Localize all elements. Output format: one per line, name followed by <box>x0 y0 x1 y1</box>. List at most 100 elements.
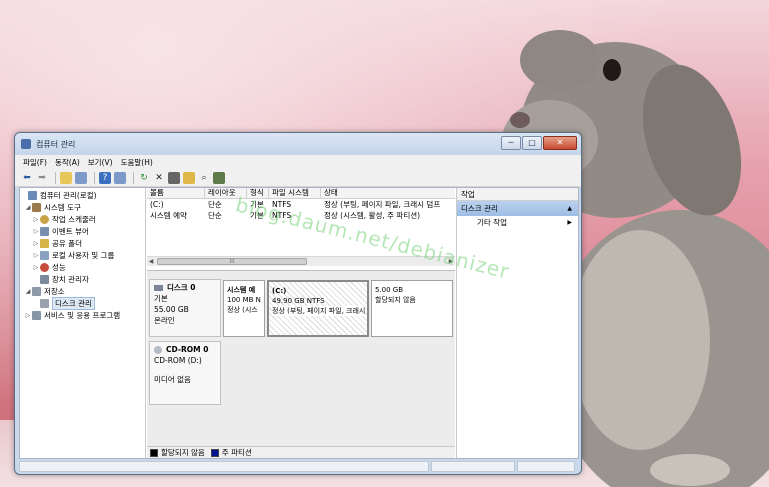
tree-item-shared-folders[interactable]: ▷ 공유 폴더 <box>20 237 145 249</box>
disk-0-label[interactable]: 디스크 0 기본 55.00 GB 온라인 <box>149 279 221 337</box>
collapse-up-icon[interactable]: ▲ <box>567 201 572 216</box>
partition-name: 시스템 예 <box>227 286 256 294</box>
actions-section-label: 디스크 관리 <box>461 204 498 213</box>
computer-icon <box>28 190 37 200</box>
title-bar[interactable]: 컴퓨터 관리 ─ □ ✕ <box>15 133 581 155</box>
rabbit-eye <box>603 59 621 81</box>
cell-type: 기본 <box>250 211 264 220</box>
tree-label-device-manager: 장치 관리자 <box>52 274 89 284</box>
tree-item-performance[interactable]: ▷ 성능 <box>20 261 145 273</box>
tree-item-root[interactable]: 컴퓨터 관리(로컬) <box>20 189 145 201</box>
status-panel-middle <box>431 461 515 472</box>
close-button[interactable]: ✕ <box>543 136 577 150</box>
scroll-thumb[interactable]: III <box>157 258 307 265</box>
collapse-arrow-icon[interactable]: ◢ <box>24 288 32 295</box>
toolbar-separator <box>133 171 134 184</box>
tree-item-task-scheduler[interactable]: ▷ 작업 스케줄러 <box>20 213 145 225</box>
collapse-arrow-icon[interactable]: ◢ <box>24 204 32 211</box>
console-tree-icon[interactable] <box>75 171 87 184</box>
cdrom-0-label[interactable]: CD-ROM 0 CD-ROM (D:) 미디어 없음 <box>149 341 221 405</box>
tree-item-disk-management[interactable]: 디스크 관리 <box>20 296 145 310</box>
expand-arrow-icon[interactable]: ▷ <box>32 252 40 259</box>
tree-item-event-viewer[interactable]: ▷ 이벤트 뷰어 <box>20 225 145 237</box>
back-arrow-icon[interactable]: ⬅ <box>21 172 33 184</box>
tree-label-event-viewer: 이벤트 뷰어 <box>52 226 89 236</box>
expand-arrow-icon[interactable]: ▷ <box>32 216 40 223</box>
maximize-button[interactable]: □ <box>522 136 542 150</box>
minimize-button[interactable]: ─ <box>501 136 521 150</box>
column-header-filesystem[interactable]: 파일 시스템 <box>269 188 321 198</box>
rabbit-ear-left <box>520 30 600 90</box>
delete-icon[interactable]: ✕ <box>153 172 165 184</box>
disk-0-size: 55.00 GB <box>154 305 189 314</box>
cell-status: 정상 (시스템, 활성, 주 파티션) <box>324 211 421 220</box>
actions-section-disk-management[interactable]: 디스크 관리 ▲ <box>457 201 578 216</box>
partition-unallocated[interactable]: 5.00 GB 할당되지 않음 <box>371 280 453 337</box>
computer-management-window[interactable]: 컴퓨터 관리 ─ □ ✕ 파일(F) 동작(A) 보기(V) 도움말(H) ⬅ … <box>14 132 582 475</box>
legend-bar: 할당되지 않음 주 파티션 <box>147 446 455 458</box>
submenu-arrow-icon: ▶ <box>567 219 572 226</box>
partition-status: 할당되지 않음 <box>375 296 416 304</box>
scroll-left-icon[interactable]: ◀ <box>147 257 155 266</box>
volume-table-header: 볼륨 레이아웃 형식 파일 시스템 상태 <box>147 188 455 199</box>
cdrom-drive: CD-ROM (D:) <box>154 356 202 365</box>
tree-item-storage[interactable]: ◢ 저장소 <box>20 285 145 297</box>
tree-item-services[interactable]: ▷ 서비스 및 응용 프로그램 <box>20 309 145 321</box>
tree-item-local-users[interactable]: ▷ 로컬 사용자 및 그룹 <box>20 249 145 261</box>
menu-action[interactable]: 동작(A) <box>55 157 80 168</box>
partition-c[interactable]: (C:) 49.90 GB NTFS 정상 (부팅, 페이지 파일, 크래시 덤… <box>267 280 369 337</box>
clock-icon <box>40 214 49 224</box>
column-header-layout[interactable]: 레이아웃 <box>205 188 247 198</box>
menu-view[interactable]: 보기(V) <box>88 157 113 168</box>
menu-file[interactable]: 파일(F) <box>23 157 47 168</box>
table-row[interactable]: (C:) 단순 기본 NTFS 정상 (부팅, 페이지 파일, 크래시 덤프 <box>147 199 455 210</box>
cell-layout: 단순 <box>208 200 222 209</box>
zoom-icon[interactable] <box>213 171 225 184</box>
properties-icon[interactable] <box>114 171 126 184</box>
disk-0-type: 기본 <box>154 294 168 303</box>
console-tree: 컴퓨터 관리(로컬) ◢ 시스템 도구 ▷ 작업 스케줄러 ▷ 이벤트 뷰어 ▷… <box>20 188 146 458</box>
disk-management-view: 볼륨 레이아웃 형식 파일 시스템 상태 (C:) 단순 기본 NTFS 정상 … <box>147 188 455 458</box>
expand-arrow-icon[interactable]: ▷ <box>32 240 40 247</box>
tree-label-local-users: 로컬 사용자 및 그룹 <box>52 250 115 260</box>
partition-unallocated-bar <box>372 280 452 281</box>
column-header-type[interactable]: 형식 <box>247 188 269 198</box>
tree-label-root: 컴퓨터 관리(로컬) <box>40 190 97 200</box>
cell-volume: (C:) <box>150 200 164 209</box>
partition-system-reserved[interactable]: 시스템 예 100 MB N 정상 (시스 <box>223 280 265 337</box>
caption-buttons: ─ □ ✕ <box>500 136 577 150</box>
open-folder-icon[interactable] <box>183 171 195 184</box>
help-icon[interactable]: ? <box>99 171 111 184</box>
disk-icon <box>154 284 163 291</box>
tree-label-disk-management: 디스크 관리 <box>52 296 95 310</box>
legend-primary-label: 주 파티션 <box>221 448 252 457</box>
table-row[interactable]: 시스템 예약 단순 기본 NTFS 정상 (시스템, 활성, 주 파티션) <box>147 210 455 221</box>
menu-help[interactable]: 도움말(H) <box>121 157 153 168</box>
properties-sheet-icon[interactable] <box>168 171 180 184</box>
horizontal-scrollbar[interactable]: ◀ III ▶ <box>147 256 455 266</box>
up-folder-icon[interactable] <box>60 171 72 184</box>
column-header-volume[interactable]: 볼륨 <box>147 188 205 198</box>
forward-arrow-icon[interactable]: ➡ <box>36 172 48 184</box>
search-icon[interactable]: ⌕ <box>198 172 210 184</box>
scroll-grip: III <box>229 258 235 265</box>
disk-0-status: 온라인 <box>154 316 175 325</box>
expand-arrow-icon[interactable]: ▷ <box>32 228 40 235</box>
toolbar-separator <box>94 171 95 184</box>
tree-item-system-tools[interactable]: ◢ 시스템 도구 <box>20 201 145 213</box>
partition-primary-bar <box>224 280 264 281</box>
tree-label-performance: 성능 <box>52 262 66 272</box>
action-more[interactable]: 기타 작업 ▶ <box>457 216 578 230</box>
cell-status: 정상 (부팅, 페이지 파일, 크래시 덤프 <box>324 200 441 209</box>
scroll-right-icon[interactable]: ▶ <box>447 257 455 266</box>
actions-header: 작업 <box>457 188 578 201</box>
refresh-icon[interactable]: ↻ <box>138 172 150 184</box>
column-header-status[interactable]: 상태 <box>321 188 455 198</box>
storage-icon <box>32 286 41 296</box>
tree-item-device-manager[interactable]: 장치 관리자 <box>20 273 145 285</box>
performance-icon <box>40 262 49 272</box>
expand-arrow-icon[interactable]: ▷ <box>32 264 40 271</box>
expand-arrow-icon[interactable]: ▷ <box>24 312 32 319</box>
partition-size: 49.90 GB NTFS <box>272 297 325 305</box>
